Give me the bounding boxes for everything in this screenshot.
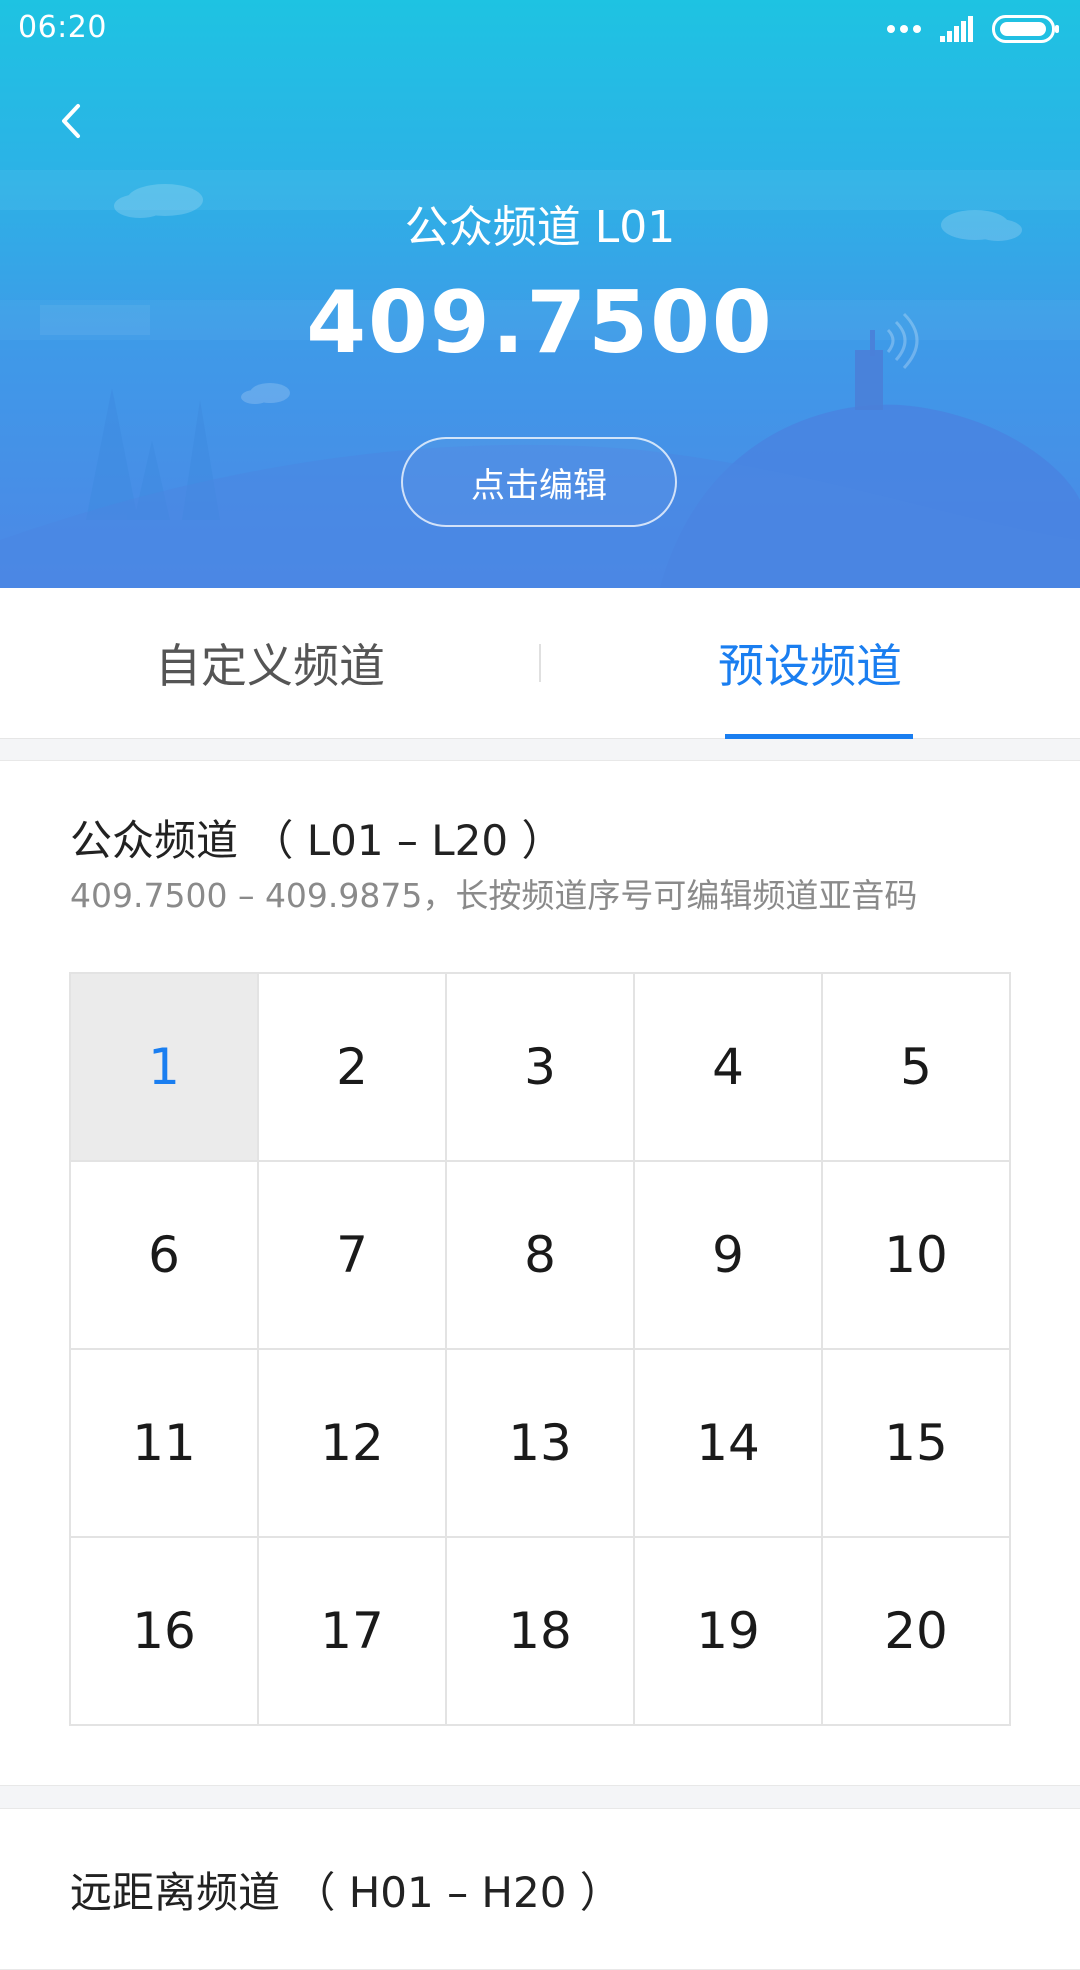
channel-cell-18[interactable]: 18	[447, 1538, 635, 1726]
channel-cell-12[interactable]: 12	[259, 1350, 447, 1538]
channel-cell-16[interactable]: 16	[71, 1538, 259, 1726]
channel-grid: 1 2 3 4 5 6 7 8 9 10 11 12 13 14 15 16 1…	[69, 972, 1011, 1726]
channel-cell-7[interactable]: 7	[259, 1162, 447, 1350]
tab-custom-channels[interactable]: 自定义频道	[0, 588, 540, 738]
channel-cell-11[interactable]: 11	[71, 1350, 259, 1538]
section-title: 公众频道 （ L01 – L20 ）	[70, 816, 564, 865]
status-time: 06:20	[18, 10, 107, 45]
header-banner: 06:20 公众频道 L01 409.7500 点击编辑	[0, 0, 1080, 588]
long-range-channels-card: 远距离频道 （ H01 – H20 ）	[0, 1808, 1080, 1970]
channel-frequency: 409.7500	[306, 273, 774, 373]
section-title: 远距离频道 （ H01 – H20 ）	[70, 1868, 622, 1917]
channel-cell-5[interactable]: 5	[823, 974, 1011, 1162]
channel-cell-10[interactable]: 10	[823, 1162, 1011, 1350]
more-dots-icon	[887, 25, 921, 33]
tab-preset-channels[interactable]: 预设频道	[540, 588, 1080, 738]
channel-cell-13[interactable]: 13	[447, 1350, 635, 1538]
channel-cell-15[interactable]: 15	[823, 1350, 1011, 1538]
channel-cell-3[interactable]: 3	[447, 974, 635, 1162]
signal-icon	[940, 16, 973, 42]
channel-cell-19[interactable]: 19	[635, 1538, 823, 1726]
channel-cell-9[interactable]: 9	[635, 1162, 823, 1350]
channel-cell-1[interactable]: 1	[71, 974, 259, 1162]
status-icons	[886, 12, 1060, 46]
channel-cell-20[interactable]: 20	[823, 1538, 1011, 1726]
active-tab-indicator	[725, 734, 913, 739]
edit-button[interactable]: 点击编辑	[401, 437, 677, 527]
public-channels-card: 公众频道 （ L01 – L20 ） 409.7500 – 409.9875，长…	[0, 760, 1080, 1786]
channel-cell-2[interactable]: 2	[259, 974, 447, 1162]
channel-cell-4[interactable]: 4	[635, 974, 823, 1162]
channel-name: 公众频道 L01	[404, 202, 676, 253]
channel-cell-14[interactable]: 14	[635, 1350, 823, 1538]
chevron-left-icon	[62, 104, 80, 138]
section-subtitle: 409.7500 – 409.9875，长按频道序号可编辑频道亚音码	[70, 876, 918, 915]
tab-bar: 自定义频道 预设频道	[0, 588, 1080, 739]
channel-cell-8[interactable]: 8	[447, 1162, 635, 1350]
battery-icon	[992, 15, 1059, 43]
back-button[interactable]	[48, 98, 94, 144]
channel-cell-6[interactable]: 6	[71, 1162, 259, 1350]
channel-cell-17[interactable]: 17	[259, 1538, 447, 1726]
